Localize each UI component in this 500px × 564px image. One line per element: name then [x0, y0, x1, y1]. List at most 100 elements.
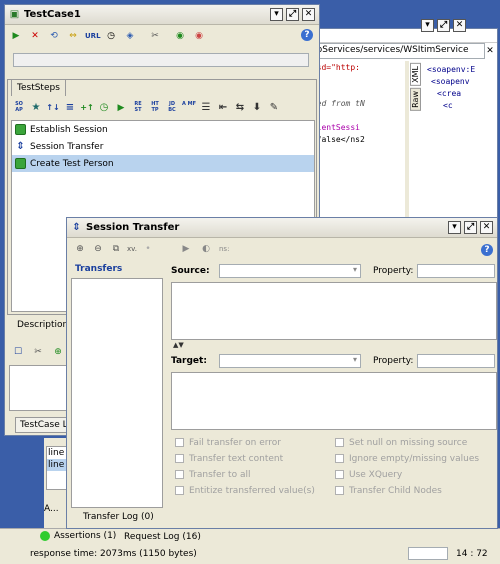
option-label: Transfer Child Nodes — [349, 486, 442, 496]
soap-step-icon[interactable]: SO AP — [12, 101, 26, 115]
maximize-icon[interactable]: ⤢ — [286, 8, 299, 21]
close-editor-icon[interactable]: ✕ — [483, 44, 497, 58]
response-divider[interactable] — [405, 61, 409, 221]
a-tab[interactable]: A... — [44, 504, 59, 514]
option-label: Transfer to all — [189, 470, 251, 480]
option-ignore-empty[interactable]: Ignore empty/missing values — [335, 454, 495, 470]
checkbox[interactable] — [175, 486, 184, 495]
minimize-icon[interactable]: ▾ — [421, 19, 434, 32]
source-expression[interactable] — [171, 282, 497, 340]
shield-icon[interactable]: ◈ — [123, 29, 137, 43]
transfers-header: Transfers — [75, 264, 123, 274]
option-set-null[interactable]: Set null on missing source — [335, 438, 495, 454]
declare-icon[interactable]: ◐ — [199, 242, 213, 256]
tab-teststeps[interactable]: TestSteps — [11, 79, 66, 96]
cancel-icon[interactable]: ✕ — [28, 29, 42, 43]
teststep-item-session-transfer[interactable]: ⇕ Session Transfer — [12, 138, 314, 155]
request-log-tab[interactable]: Request Log (16) — [124, 532, 201, 542]
properties-step-icon[interactable]: ≡ — [63, 101, 77, 115]
http-step-icon[interactable]: HT TP — [148, 101, 162, 115]
ns-label[interactable]: ns: — [219, 245, 229, 253]
list-step-icon[interactable]: ☰ — [199, 101, 213, 115]
checkbox[interactable] — [175, 454, 184, 463]
xml-side-tab[interactable]: XML — [410, 63, 421, 86]
checkbox[interactable] — [335, 486, 344, 495]
option-use-xquery[interactable]: Use XQuery — [335, 470, 495, 486]
source-splitter[interactable]: ▲▼ — [173, 341, 184, 349]
remove-transfer-icon[interactable]: ⊖ — [91, 242, 105, 256]
target-property-select[interactable] — [417, 354, 495, 368]
close-icon[interactable]: ✕ — [453, 19, 466, 32]
run-testcase-step-icon[interactable]: ▶ — [114, 101, 128, 115]
star-icon[interactable]: ★ — [29, 101, 43, 115]
maximize-icon[interactable]: ⤢ — [437, 19, 450, 32]
xml-line: ">false</ns2 — [307, 135, 365, 144]
option-entitize-values[interactable]: Entitize transferred value(s) — [175, 486, 335, 502]
transfer-step-icon[interactable]: ↑↓ — [46, 101, 60, 115]
goto-step-icon[interactable]: +↑ — [80, 101, 94, 115]
maximize-icon[interactable]: ⤢ — [464, 221, 477, 234]
testcase-titlebar[interactable]: ▣ TestCase1 ▾ ⤢ ✕ — [5, 5, 319, 25]
dot-icon[interactable]: • — [141, 242, 155, 256]
add-transfer-icon[interactable]: ⊕ — [73, 242, 87, 256]
request-xml-pane[interactable]: :xsd="http: eved from tN clientSessi ">f… — [307, 63, 405, 213]
xv-label[interactable]: xv. — [127, 245, 137, 253]
checkbox[interactable] — [175, 438, 184, 447]
raw-side-tab[interactable]: Raw — [410, 87, 421, 111]
add-icon[interactable]: ⊕ — [51, 345, 65, 359]
log-toolbar: ☐ ✂ ⊕ — [11, 345, 65, 359]
run-icon[interactable]: ▶ — [9, 29, 23, 43]
options-icon[interactable]: ⇔ — [66, 29, 80, 43]
target-select[interactable]: ▾ — [219, 354, 361, 368]
jdbc-step-icon[interactable]: JD BC — [165, 101, 179, 115]
target-expression[interactable] — [171, 372, 497, 430]
response-xml-pane[interactable]: <soapenv:E <soapenv <crea <c — [427, 65, 495, 215]
run-transfer-icon[interactable]: ▶ — [179, 242, 193, 256]
transfers-list[interactable] — [71, 278, 163, 508]
checkbox[interactable] — [335, 470, 344, 479]
delay-step-icon[interactable]: ◷ — [97, 101, 111, 115]
help-icon[interactable]: ? — [481, 244, 493, 256]
copy-transfer-icon[interactable]: ⧉ — [109, 242, 123, 256]
transfer-log-tab[interactable]: Transfer Log (0) — [83, 512, 154, 522]
endpoint-url-field[interactable]: ebServices/services/WSItimService — [307, 43, 485, 59]
help-icon[interactable]: ? — [301, 29, 313, 41]
teststep-item-create-test-person[interactable]: Create Test Person — [12, 155, 314, 172]
tab-description[interactable]: Description — [17, 320, 68, 330]
checkbox[interactable] — [335, 438, 344, 447]
teststep-item-establish-session[interactable]: Establish Session — [12, 121, 314, 138]
checkbox[interactable] — [335, 454, 344, 463]
loop-icon[interactable]: ⟲ — [47, 29, 61, 43]
option-transfer-child-nodes[interactable]: Transfer Child Nodes — [335, 486, 495, 502]
soap-icon[interactable]: ◉ — [192, 29, 206, 43]
tools-icon[interactable]: ✂ — [148, 29, 162, 43]
source-select[interactable]: ▾ — [219, 264, 361, 278]
tools-icon[interactable]: ✂ — [31, 345, 45, 359]
transfer-options-right: Set null on missing source Ignore empty/… — [335, 438, 495, 502]
source-property-select[interactable] — [417, 264, 495, 278]
clock-icon[interactable]: ◷ — [104, 29, 118, 43]
edit-step-icon[interactable]: ✎ — [267, 101, 281, 115]
option-transfer-text-content[interactable]: Transfer text content — [175, 454, 335, 470]
close-icon[interactable]: ✕ — [480, 221, 493, 234]
rest-step-icon[interactable]: RE ST — [131, 101, 145, 115]
download-step-icon[interactable]: ⬇ — [250, 101, 264, 115]
checkbox-icon[interactable]: ☐ — [11, 345, 25, 359]
url-icon[interactable]: URL — [85, 29, 101, 43]
minimize-icon[interactable]: ▾ — [270, 8, 283, 21]
security-icon[interactable]: ◉ — [173, 29, 187, 43]
amf-step-icon[interactable]: A MF — [182, 101, 196, 115]
checkbox[interactable] — [175, 470, 184, 479]
swap-step-icon[interactable]: ⇆ — [233, 101, 247, 115]
transfer-titlebar[interactable]: ⇕ Session Transfer ▾ ⤢ ✕ — [67, 218, 497, 238]
close-icon[interactable]: ✕ — [302, 8, 315, 21]
xml-line: eved from tN — [307, 99, 365, 108]
back-step-icon[interactable]: ⇤ — [216, 101, 230, 115]
testcase-log-area[interactable] — [9, 365, 67, 411]
transfer-window-buttons: ▾ ⤢ ✕ — [448, 221, 493, 234]
progress-field — [408, 547, 448, 560]
option-fail-on-error[interactable]: Fail transfer on error — [175, 438, 335, 454]
assertions-tab[interactable]: Assertions (1) — [40, 531, 116, 541]
option-transfer-to-all[interactable]: Transfer to all — [175, 470, 335, 486]
minimize-icon[interactable]: ▾ — [448, 221, 461, 234]
